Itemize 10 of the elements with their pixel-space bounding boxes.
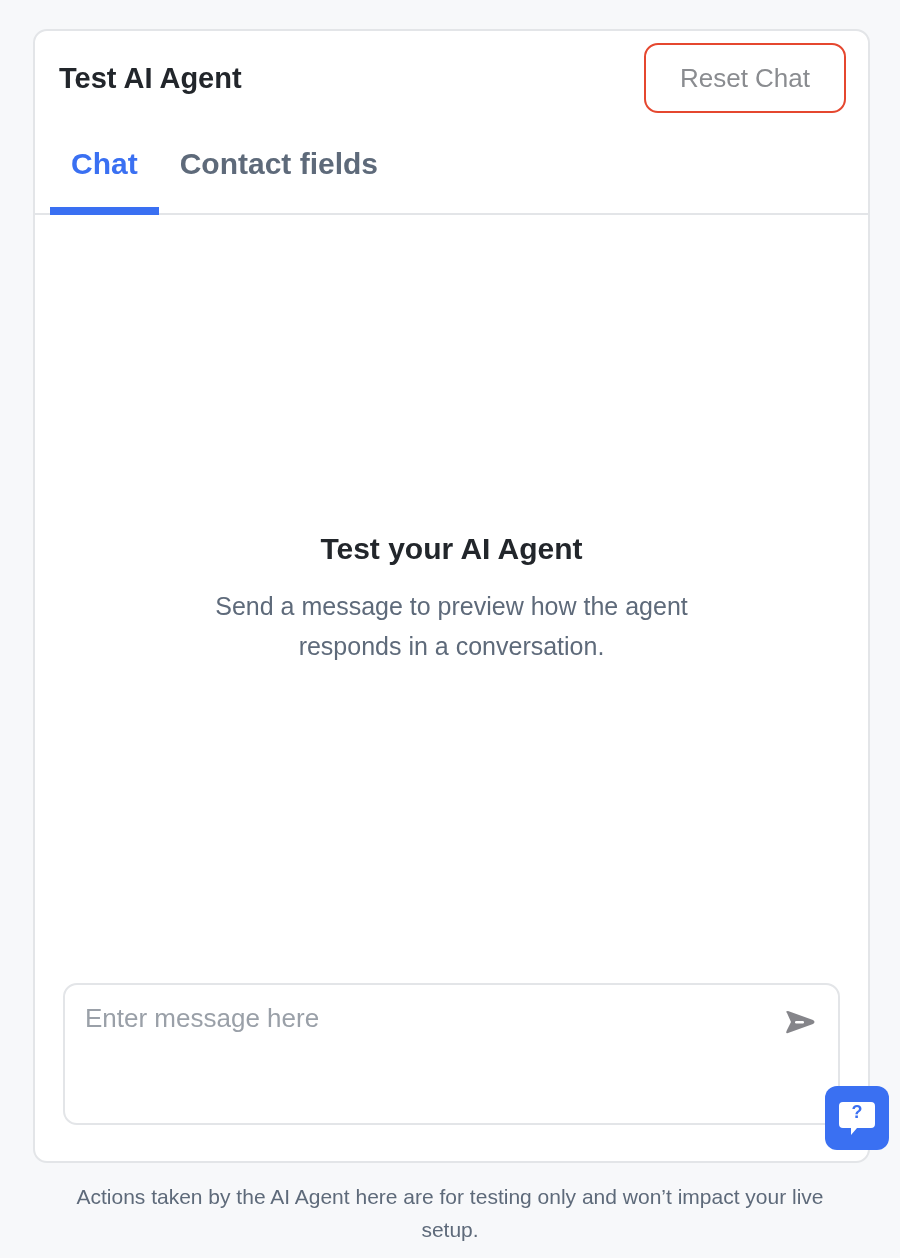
panel-title: Test AI Agent bbox=[59, 61, 242, 95]
help-button[interactable]: ? bbox=[825, 1086, 889, 1150]
empty-state-title: Test your AI Agent bbox=[320, 532, 583, 566]
message-field[interactable]: Enter message here bbox=[63, 983, 840, 1125]
send-icon[interactable] bbox=[784, 1010, 816, 1034]
footer-note: Actions taken by the AI Agent here are for testing only and won’t impact your live setup. bbox=[75, 1184, 825, 1243]
tab[interactable]: Contact fields bbox=[158, 129, 400, 215]
reset-chat-button[interactable]: Reset Chat bbox=[644, 43, 846, 113]
empty-state-description: Send a message to preview how the agent responds in a conversation. bbox=[214, 591, 689, 662]
tab[interactable]: Chat bbox=[50, 129, 159, 215]
